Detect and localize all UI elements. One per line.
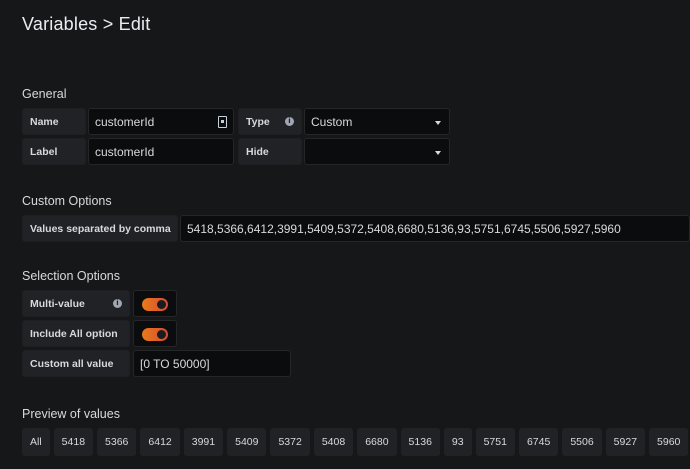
switch-track: [142, 298, 168, 311]
preview-chip: 3991: [183, 428, 224, 456]
type-label-text: Type: [246, 115, 270, 128]
section-title-general: General: [22, 87, 67, 101]
name-input-value: customerId: [95, 114, 155, 129]
values-input[interactable]: 5418,5366,6412,3991,5409,5372,5408,6680,…: [180, 215, 690, 242]
preview-chip: 5409: [227, 428, 267, 456]
multi-value-label: Multi-value i: [22, 290, 130, 317]
preview-chip: 5960: [649, 428, 689, 456]
section-title-selection-options: Selection Options: [22, 269, 120, 283]
label-input-value: customerId: [95, 144, 155, 159]
page-title: Variables > Edit: [22, 14, 151, 34]
custom-all-label: Custom all value: [22, 350, 130, 377]
name-input[interactable]: customerId: [88, 108, 234, 135]
preview-chip: 5751: [475, 428, 515, 456]
preview-chip: 5927: [605, 428, 646, 456]
preview-chip: 5372: [270, 428, 310, 456]
preview-chip: 93: [443, 428, 472, 456]
include-all-label: Include All option: [22, 320, 130, 347]
type-select[interactable]: Custom: [304, 108, 450, 135]
multi-value-label-text: Multi-value: [30, 297, 85, 310]
id-card-icon: [218, 116, 227, 128]
multi-value-switch[interactable]: [133, 290, 177, 317]
label-label: Label: [22, 138, 86, 165]
section-title-custom-options: Custom Options: [22, 194, 112, 208]
switch-track: [142, 328, 168, 341]
custom-all-input-value: [0 TO 50000]: [140, 356, 210, 371]
preview-chip: All: [22, 428, 50, 456]
preview-values: All 5418 5366 6412 3991 5409 5372 5408 6…: [22, 428, 689, 456]
caret-down-icon: [435, 121, 441, 125]
include-all-switch[interactable]: [133, 320, 177, 347]
hide-select[interactable]: [304, 138, 450, 165]
preview-chip: 5408: [313, 428, 354, 456]
info-circle-icon[interactable]: i: [113, 299, 122, 308]
custom-all-input[interactable]: [0 TO 50000]: [133, 350, 291, 377]
preview-chip: 5506: [562, 428, 602, 456]
values-input-value: 5418,5366,6412,3991,5409,5372,5408,6680,…: [187, 221, 621, 236]
switch-knob: [157, 300, 166, 309]
type-select-value: Custom: [311, 114, 353, 129]
caret-down-icon: [435, 151, 441, 155]
preview-chip: 6745: [518, 428, 559, 456]
type-label: Type i: [238, 108, 302, 135]
values-label: Values separated by comma: [22, 215, 178, 242]
preview-chip: 5418: [53, 428, 94, 456]
switch-knob: [157, 330, 166, 339]
variable-edit-page: Variables > Edit General Name customerId…: [0, 0, 690, 469]
section-title-preview: Preview of values: [22, 407, 120, 421]
preview-chip: 5366: [97, 428, 137, 456]
name-label: Name: [22, 108, 86, 135]
label-input[interactable]: customerId: [88, 138, 234, 165]
hide-label: Hide: [238, 138, 302, 165]
preview-chip: 5136: [400, 428, 440, 456]
info-circle-icon[interactable]: i: [285, 117, 294, 126]
preview-chip: 6412: [140, 428, 180, 456]
preview-chip: 6680: [357, 428, 397, 456]
